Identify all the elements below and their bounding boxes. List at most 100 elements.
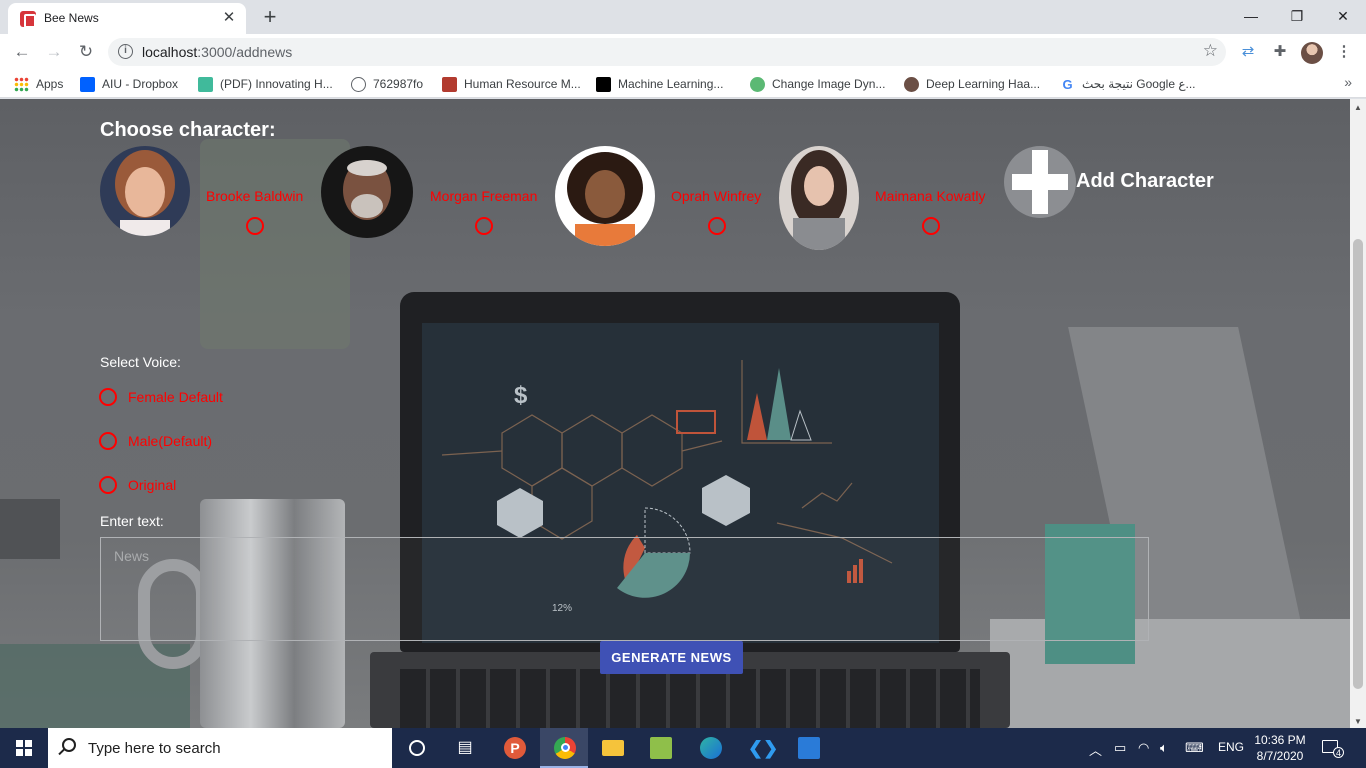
bookmark-human-resource[interactable]: Human Resource M... xyxy=(442,76,581,93)
cortana-circle-icon xyxy=(406,737,428,759)
tray-chevron-up-icon[interactable]: ︿ xyxy=(1089,740,1102,759)
chrome-icon xyxy=(554,737,576,759)
taskbar-app-photos[interactable] xyxy=(784,728,832,768)
bookmark-change-image[interactable]: Change Image Dyn... xyxy=(750,76,885,93)
bee-news-favicon-icon xyxy=(20,11,36,28)
tab-strip: Bee News ✕ + — ❐ ✕ xyxy=(0,0,1366,34)
extensions-puzzle-icon[interactable]: ✚ xyxy=(1270,42,1290,62)
bookmark-762987fo[interactable]: 762987fo xyxy=(351,76,423,93)
battery-icon[interactable]: ▭ xyxy=(1114,740,1126,756)
voice-radio-female-default[interactable] xyxy=(99,388,117,406)
taskbar-app-notepad[interactable] xyxy=(636,728,684,768)
page-scrollbar[interactable]: ▲ ▼ xyxy=(1350,99,1366,728)
cortana-button[interactable] xyxy=(392,728,440,768)
action-center-button[interactable]: 4 xyxy=(1322,738,1344,758)
select-voice-label: Select Voice: xyxy=(100,354,181,370)
clock-time: 10:36 PM xyxy=(1254,733,1306,747)
notepad-icon xyxy=(650,737,672,759)
svg-text:$: $ xyxy=(514,382,528,409)
windows-taskbar: Type here to search ▤ P ❮❯ ︿ ▭ ◠ 🔈︎ ⌨︎ E… xyxy=(0,728,1366,768)
postman-icon: P xyxy=(504,737,526,759)
clock[interactable]: 10:36 PM 8/7/2020 xyxy=(1252,732,1308,764)
character-radio-oprah-winfrey[interactable] xyxy=(708,217,726,235)
taskbar-app-vscode[interactable]: ❮❯ xyxy=(734,728,782,768)
character-photo-maimana-kowatly[interactable] xyxy=(779,146,859,250)
voice-label-male-default[interactable]: Male(Default) xyxy=(128,433,212,449)
add-character-label[interactable]: Add Character xyxy=(1076,170,1214,193)
taskbar-app-file-explorer[interactable] xyxy=(588,728,636,768)
character-radio-morgan-freeman[interactable] xyxy=(475,217,493,235)
reload-icon[interactable]: ↻ xyxy=(74,40,98,64)
researchgate-icon xyxy=(198,77,213,93)
background-keyboard xyxy=(400,669,980,728)
scroll-up-arrow-icon[interactable]: ▲ xyxy=(1354,103,1362,112)
task-view-button[interactable]: ▤ xyxy=(440,728,488,768)
news-text-input[interactable] xyxy=(100,537,1149,641)
voice-radio-original[interactable] xyxy=(99,476,117,494)
volume-icon[interactable]: 🔈︎ xyxy=(1160,740,1168,756)
taskbar-search[interactable]: Type here to search xyxy=(48,728,392,768)
translate-extension-icon[interactable]: ⇄ xyxy=(1238,42,1258,62)
clock-date: 8/7/2020 xyxy=(1256,749,1304,763)
voice-label-original[interactable]: Original xyxy=(128,477,176,493)
restore-button[interactable]: ❐ xyxy=(1274,2,1320,30)
wifi-icon[interactable]: ◠ xyxy=(1138,740,1149,756)
start-button[interactable] xyxy=(0,728,48,768)
character-radio-brooke-baldwin[interactable] xyxy=(246,217,264,235)
bookmark-google-search[interactable]: G نتيجة بحث Google ع... xyxy=(1060,76,1195,92)
character-radio-maimana-kowatly[interactable] xyxy=(922,217,940,235)
character-name-morgan-freeman: Morgan Freeman xyxy=(430,188,538,204)
background-decor xyxy=(0,499,60,559)
bookmark-machine-learning[interactable]: Machine Learning... xyxy=(596,76,723,93)
bookmark-star-icon[interactable]: ☆ xyxy=(1203,41,1218,61)
language-indicator[interactable]: ENG xyxy=(1218,740,1244,754)
menu-kebab-icon[interactable]: ⋮ xyxy=(1334,42,1354,62)
address-bar[interactable]: i localhost:3000/addnews ☆ xyxy=(108,38,1226,66)
medium-icon xyxy=(596,77,611,93)
site-info-icon[interactable]: i xyxy=(118,44,133,59)
bookmark-deep-learning[interactable]: Deep Learning Haa... xyxy=(904,76,1040,93)
character-name-brooke-baldwin: Brooke Baldwin xyxy=(206,188,304,204)
add-character-button[interactable] xyxy=(1004,146,1076,218)
character-name-oprah-winfrey: Oprah Winfrey xyxy=(671,188,762,204)
add-news-page: $ 12% Choose character: Brooke Baldwin M… xyxy=(0,99,1350,728)
keyboard-icon[interactable]: ⌨︎ xyxy=(1185,740,1204,756)
notification-count-badge: 4 xyxy=(1333,747,1344,758)
bookmark-apps[interactable]: Apps xyxy=(14,76,63,93)
choose-character-title: Choose character: xyxy=(100,119,276,141)
search-icon xyxy=(62,738,76,752)
tab-title: Bee News xyxy=(44,11,99,25)
book-icon xyxy=(442,77,457,93)
dropbox-icon xyxy=(80,77,95,93)
close-window-button[interactable]: ✕ xyxy=(1320,2,1366,30)
new-tab-button[interactable]: + xyxy=(258,5,282,29)
back-arrow-icon[interactable]: ← xyxy=(10,40,34,64)
taskbar-app-chrome[interactable] xyxy=(540,728,588,768)
photos-icon xyxy=(798,737,820,759)
bookmark-pdf-innovating[interactable]: (PDF) Innovating H... xyxy=(198,76,333,93)
generate-news-button[interactable]: GENERATE NEWS xyxy=(600,641,743,674)
voice-label-female-default[interactable]: Female Default xyxy=(128,389,223,405)
edge-icon xyxy=(700,737,722,759)
voice-radio-male-default[interactable] xyxy=(99,432,117,450)
scroll-down-arrow-icon[interactable]: ▼ xyxy=(1354,717,1362,726)
character-photo-oprah-winfrey[interactable] xyxy=(555,146,655,246)
taskbar-app-edge[interactable] xyxy=(686,728,734,768)
character-photo-morgan-freeman[interactable] xyxy=(321,146,413,238)
scroll-thumb[interactable] xyxy=(1353,239,1363,689)
enter-text-label: Enter text: xyxy=(100,513,164,529)
tab-close-icon[interactable]: ✕ xyxy=(220,9,238,27)
forward-arrow-icon[interactable]: → xyxy=(42,40,66,64)
character-name-maimana-kowatly: Maimana Kowatly xyxy=(875,188,986,204)
folder-icon xyxy=(602,740,624,756)
character-photo-brooke-baldwin[interactable] xyxy=(100,146,190,236)
browser-toolbar: ← → ↻ i localhost:3000/addnews ☆ ⇄ ✚ ⋮ xyxy=(0,34,1366,70)
vscode-icon: ❮❯ xyxy=(748,738,779,758)
minimize-button[interactable]: — xyxy=(1228,2,1274,30)
bookmark-dropbox[interactable]: AIU - Dropbox xyxy=(80,76,178,93)
taskbar-app-postman[interactable]: P xyxy=(490,728,538,768)
windows-logo-icon xyxy=(16,740,32,756)
profile-avatar[interactable] xyxy=(1301,42,1323,64)
bookmarks-overflow-icon[interactable]: » xyxy=(1344,74,1352,90)
tab-bee-news[interactable]: Bee News ✕ xyxy=(8,3,246,34)
